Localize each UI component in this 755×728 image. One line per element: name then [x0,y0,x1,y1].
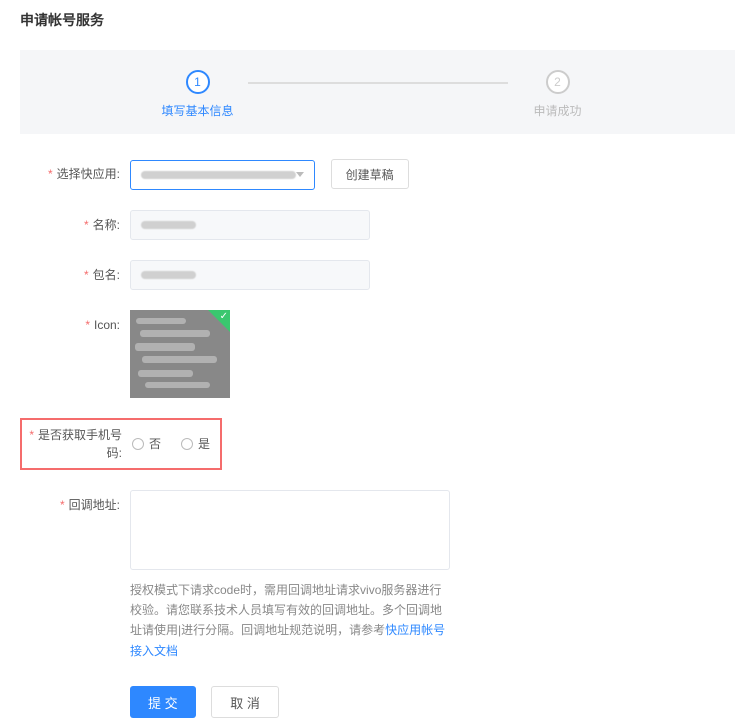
submit-button[interactable]: 提 交 [130,686,196,718]
redacted-value [141,221,196,229]
redacted-icon-content [130,310,230,398]
step-fill-info: 1 填写基本信息 [148,70,248,119]
step-label-2: 申请成功 [533,102,581,119]
redacted-value [141,171,296,179]
callback-helper: 授权模式下请求code时，需用回调地址请求vivo服务器进行校验。请您联系技术人… [130,580,450,662]
label-pkg: 包名: [20,260,130,290]
step-label-1: 填写基本信息 [161,102,233,119]
page-title: 申请帐号服务 [20,10,735,30]
select-app-dropdown[interactable] [130,160,315,190]
pkg-input[interactable] [130,260,370,290]
label-name: 名称: [20,210,130,240]
radio-icon [181,438,193,450]
icon-preview[interactable]: ✓ [130,310,230,398]
label-select-app: 选择快应用: [20,159,130,189]
step-success: 2 申请成功 [508,70,608,119]
radio-yes-label: 是 [198,435,210,452]
step-connector [248,82,508,84]
callback-textarea[interactable] [130,490,450,570]
label-get-phone: 是否获取手机号码: [22,426,132,462]
steps-bar: 1 填写基本信息 2 申请成功 [20,50,735,134]
label-callback: 回调地址: [20,490,130,520]
cancel-button[interactable]: 取 消 [211,686,279,718]
name-input[interactable] [130,210,370,240]
radio-no-label: 否 [149,435,161,452]
radio-yes[interactable]: 是 [181,435,210,452]
radio-icon [132,438,144,450]
step-number-2: 2 [546,70,570,94]
radio-no[interactable]: 否 [132,435,161,452]
create-draft-button[interactable]: 创建草稿 [331,159,409,189]
get-phone-radio-group: 否 是 [132,429,210,459]
step-number-1: 1 [186,70,210,94]
chevron-down-icon [296,172,304,177]
label-icon: Icon: [20,310,130,340]
get-phone-highlight: 是否获取手机号码: 否 是 [20,418,222,470]
form: 选择快应用: 创建草稿 名称: 包名: Icon: ✓ [20,159,735,718]
redacted-value [141,271,196,279]
